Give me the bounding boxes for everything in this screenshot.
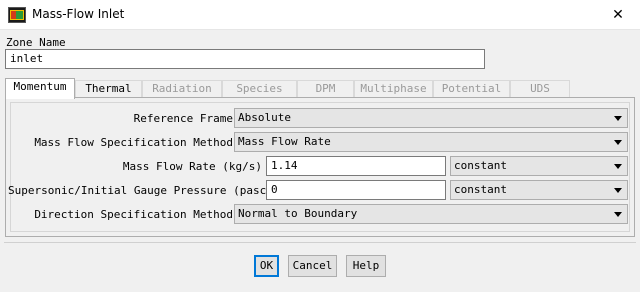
title-bar: Mass-Flow Inlet ✕ [0,0,640,30]
mass-flow-rate-label: Mass Flow Rate (kg/s) [122,160,262,173]
chevron-down-icon [614,188,622,193]
mass-flow-rate-profile-value: constant [454,159,507,172]
help-button[interactable]: Help [346,255,386,277]
tab-radiation[interactable]: Radiation [142,80,222,98]
separator [4,242,636,243]
mass-flow-spec-label: Mass Flow Specification Method [34,136,233,149]
direction-spec-dropdown[interactable]: Normal to Boundary [234,204,628,224]
cancel-button[interactable]: Cancel [288,255,337,277]
mass-flow-spec-dropdown[interactable]: Mass Flow Rate [234,132,628,152]
tab-potential[interactable]: Potential [433,80,510,98]
tab-species[interactable]: Species [222,80,297,98]
tab-multiphase[interactable]: Multiphase [354,80,433,98]
tab-dpm[interactable]: DPM [297,80,354,98]
reference-frame-label: Reference Frame [133,112,233,125]
chevron-down-icon [614,164,622,169]
gauge-pressure-input[interactable]: 0 [266,180,446,200]
reference-frame-value: Absolute [238,111,291,124]
tab-momentum[interactable]: Momentum [5,78,75,99]
close-button[interactable]: ✕ [596,0,640,30]
direction-spec-value: Normal to Boundary [238,207,358,220]
chevron-down-icon [614,116,622,121]
zone-name-input[interactable]: inlet [5,49,485,69]
ok-button[interactable]: OK [254,255,279,277]
mass-flow-spec-value: Mass Flow Rate [238,135,331,148]
mass-flow-rate-profile-dropdown[interactable]: constant [450,156,628,176]
close-icon: ✕ [612,7,624,23]
direction-spec-label: Direction Specification Method [34,208,233,221]
gauge-pressure-label: Supersonic/Initial Gauge Pressure (pasca… [8,184,287,197]
reference-frame-dropdown[interactable]: Absolute [234,108,628,128]
gauge-pressure-profile-dropdown[interactable]: constant [450,180,628,200]
chevron-down-icon [614,212,622,217]
chevron-down-icon [614,140,622,145]
gauge-pressure-profile-value: constant [454,183,507,196]
mass-flow-rate-input[interactable]: 1.14 [266,156,446,176]
window-title: Mass-Flow Inlet [32,7,125,21]
zone-name-label: Zone Name [6,36,66,49]
app-icon [8,7,26,23]
tab-thermal[interactable]: Thermal [75,80,142,98]
tab-uds[interactable]: UDS [510,80,570,98]
